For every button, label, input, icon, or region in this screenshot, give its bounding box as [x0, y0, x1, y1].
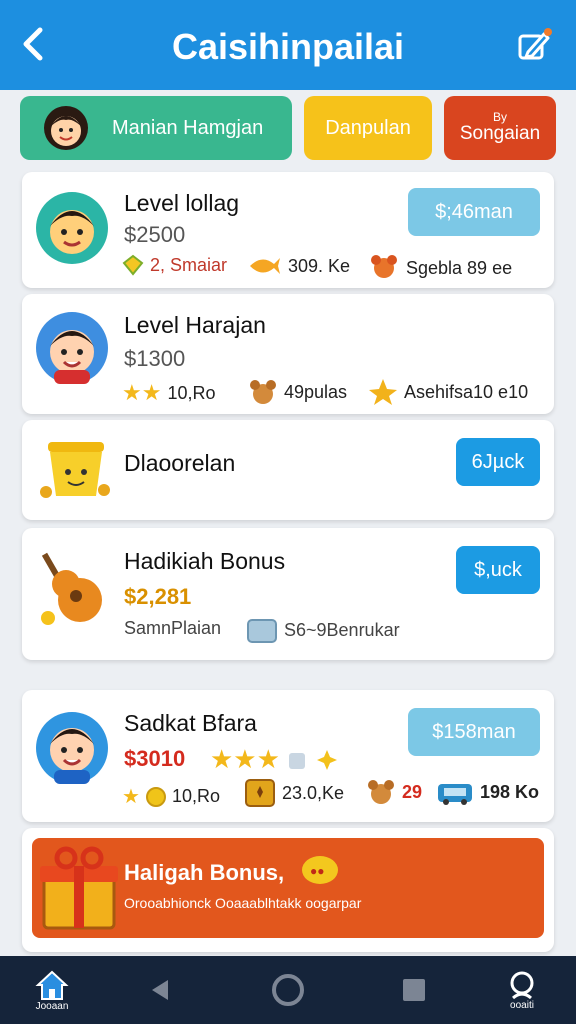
circle-home-icon [272, 974, 304, 1006]
teddy-bear-icon [368, 780, 394, 804]
stat-value: Sgebla 89 ee [406, 257, 513, 278]
coin-badge-icon: ●● [302, 856, 338, 884]
bonus-banner[interactable]: Haligah Bonus, ●● Orooabhionck Ooaaablht… [22, 828, 554, 952]
category-tabs: Manian Hamgjan Danpulan By Songaian [0, 90, 576, 166]
stat-gems: 2, Smaiar [122, 254, 227, 276]
buy-button[interactable]: $158man [408, 708, 540, 756]
tab-label: Danpulan [325, 116, 411, 139]
bonus-description: Orooabhionck Ooaaablhtakk oogarpar [124, 895, 362, 911]
girl-avatar-icon [44, 106, 88, 150]
search-icon [510, 971, 534, 999]
jar-icon [247, 619, 277, 643]
unlock-button[interactable]: 6Jµck [456, 438, 540, 486]
triangle-back-icon [152, 980, 168, 1000]
list-item[interactable]: Level lollag $2500 $;46man 2, Smaiar 309… [22, 172, 554, 288]
home-circle-button[interactable] [262, 964, 314, 1016]
stat-extra: Asehifsa10 e10 [368, 378, 528, 406]
teddy-bear-icon [250, 380, 276, 404]
home-icon [35, 970, 69, 1000]
edit-icon[interactable] [514, 26, 554, 66]
stat-weight: 49pulas [248, 378, 347, 406]
stat-value: 23.0,Ke [282, 782, 345, 803]
gift-icon [40, 846, 118, 930]
tab-songaian[interactable]: By Songaian [444, 96, 556, 160]
guitar-icon [41, 552, 102, 625]
square-recents-icon [403, 979, 425, 1001]
list-item[interactable]: Dlaoorelan 6Jµck [22, 420, 554, 520]
item-name: Level Harajan [124, 312, 266, 338]
item-name: Sadkat Bfara [124, 710, 257, 736]
tab-label: Manian Hamgjan [112, 117, 264, 139]
stat-value: 49pulas [284, 381, 348, 402]
item-price: $2500 [124, 222, 186, 247]
coin-icon [145, 786, 166, 807]
stat-value: Asehifsa10 e10 [404, 381, 529, 402]
cup-icon [288, 752, 305, 769]
bucket-icon [40, 442, 110, 498]
gem-icon [122, 254, 144, 276]
tab-manian-hamgjan[interactable]: Manian Hamgjan [20, 96, 292, 160]
stat-value: 198 Ko [480, 781, 540, 802]
back-nav-button[interactable] [134, 964, 186, 1016]
star-icon: ★ [122, 786, 140, 808]
bonus-title: Haligah Bonus, [124, 860, 285, 885]
item-price: $1300 [124, 346, 186, 371]
creature-icon [371, 255, 397, 278]
star-icon: ★★ [122, 380, 162, 405]
item-price: $2,281 [124, 584, 192, 609]
stat-value: 2, Smaiar [150, 254, 228, 275]
tab-superscript: By [492, 110, 507, 124]
stat-device: 198 Ko [436, 778, 539, 806]
app-header: Caisihinpailai [0, 0, 576, 90]
stat-text: SamnPlaian [124, 618, 221, 639]
stat-weight: 23.0,Ke [244, 778, 344, 808]
list-item[interactable]: Hadikiah Bonus $2,281 $,uck SamnPlaian S… [22, 528, 554, 660]
list-item[interactable]: Level Harajan $1300 ★★ 10,Ro 49pulas Ase… [22, 294, 554, 414]
list-item[interactable]: Sadkat Bfara $3010 ★★★ $158man ★ 10,Ro 2… [22, 690, 554, 822]
item-name: Hadikiah Bonus [124, 548, 286, 574]
home-nav-button[interactable]: Jooaan [26, 964, 78, 1016]
star-icon: ★★★ [210, 744, 280, 774]
search-label: ooaiti [510, 999, 534, 1011]
home-label: Jooaan [35, 1000, 69, 1012]
stat-value: 309. Ke [288, 255, 351, 276]
stat-stars: ★ 10,Ro [122, 784, 220, 809]
item-price: $3010 [124, 746, 186, 771]
stat-extra: 29 [366, 778, 422, 806]
stat-stars: ★★ 10,Ro [122, 380, 216, 406]
stat-weight: 309. Ke [248, 254, 350, 278]
stat-value: 10,Ro [167, 382, 216, 403]
starfish-icon [369, 379, 397, 405]
star-rating: ★★★ [210, 744, 338, 775]
page-title: Caisihinpailai [171, 26, 405, 67]
stat-extra: Sgebla 89 ee [368, 254, 512, 282]
unlock-button[interactable]: $,uck [456, 546, 540, 594]
fish-icon [250, 258, 280, 274]
machine-icon [438, 784, 472, 805]
boy-avatar-icon [36, 712, 108, 784]
boy-avatar-icon [36, 192, 108, 264]
stat-value: 29 [402, 781, 423, 802]
recents-nav-button[interactable] [388, 964, 440, 1016]
item-name: Level lollag [124, 190, 240, 216]
search-nav-button[interactable]: ooaiti [496, 964, 548, 1016]
stat-value: S6~9Benrukar [284, 619, 400, 640]
boy-avatar-icon [36, 312, 108, 384]
bottom-navigation: Jooaan ooaiti [0, 956, 576, 1024]
svg-text:●●: ●● [310, 864, 325, 878]
stat-value: SamnPlaian [124, 618, 222, 638]
tab-danpulan[interactable]: Danpulan [304, 96, 432, 160]
sparkle-icon [316, 749, 337, 770]
stat-container: S6~9Benrukar [246, 616, 400, 644]
stat-value: 10,Ro [171, 786, 220, 806]
chest-icon [245, 779, 275, 807]
item-name: Dlaoorelan [124, 450, 236, 476]
buy-button[interactable]: $;46man [408, 188, 540, 236]
tab-label: Songaian [459, 123, 541, 144]
bonus-bar: Haligah Bonus, ●● Orooabhionck Ooaaablht… [32, 838, 544, 938]
